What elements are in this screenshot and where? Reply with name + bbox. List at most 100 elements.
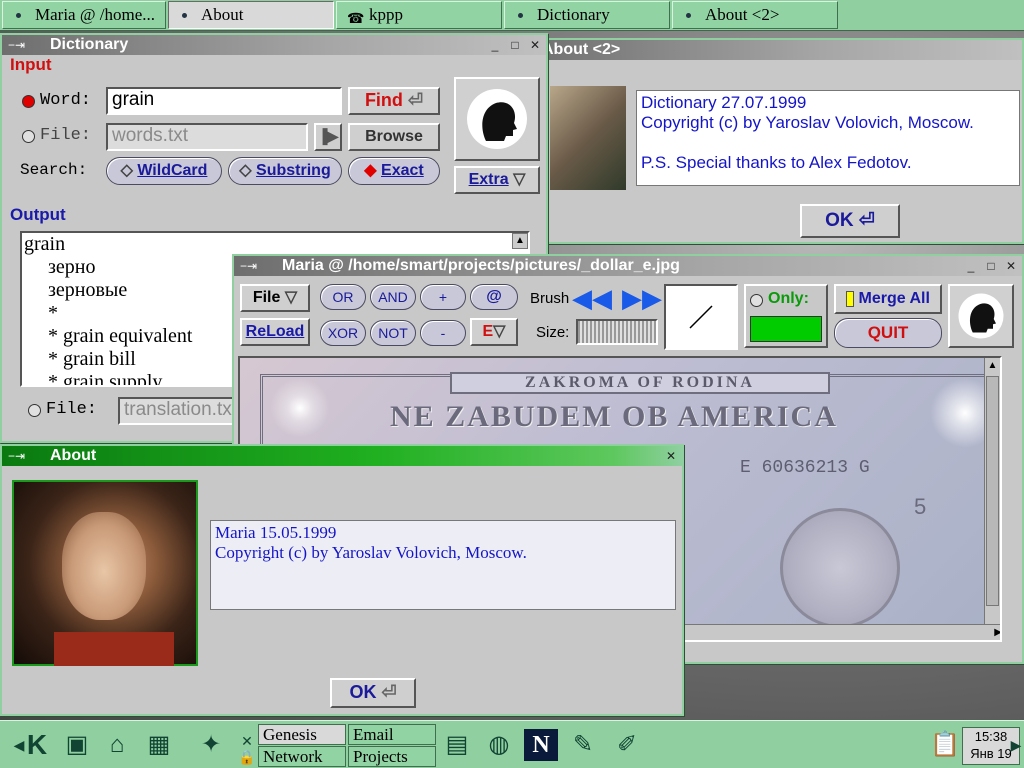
close-icon[interactable]: ✕ — [528, 38, 542, 52]
file-input[interactable]: words.txt — [106, 123, 308, 151]
scrollbar-thumb[interactable] — [986, 376, 999, 606]
lock-icon[interactable]: 🔒 — [236, 747, 258, 767]
find-button[interactable]: Find ⏎ — [348, 87, 440, 115]
home-icon[interactable]: ⌂ — [100, 729, 134, 761]
vertical-scrollbar[interactable]: ▲ — [984, 358, 1000, 628]
find-label: Find — [364, 90, 403, 110]
chevron-down-icon: ▽ — [513, 171, 526, 188]
enter-icon: ⏎ — [407, 90, 424, 110]
ok-label: OK — [825, 210, 854, 231]
task-dot-icon — [182, 13, 187, 18]
netscape-icon[interactable]: N — [524, 729, 558, 761]
desktop-network[interactable]: Network — [258, 746, 346, 767]
brush-line-icon — [689, 305, 713, 329]
quit-button[interactable]: QUIT — [834, 318, 942, 348]
reload-button[interactable]: ReLoad — [240, 318, 310, 346]
task-about-2[interactable]: About <2> — [672, 1, 838, 29]
substring-option[interactable]: ◇ Substring — [228, 157, 342, 185]
head-silhouette-icon — [454, 77, 540, 161]
scroll-right-icon[interactable]: ▶ — [1008, 729, 1024, 761]
wildcard-label: WildCard — [137, 162, 208, 179]
maximize-icon[interactable]: □ — [508, 38, 522, 52]
size-slider[interactable] — [576, 319, 658, 345]
xor-button[interactable]: XOR — [320, 320, 366, 346]
about-ok-button[interactable]: OK ⏎ — [330, 678, 416, 708]
pin-icon[interactable]: −⇥ — [8, 35, 25, 55]
graph-editor-icon[interactable]: ✎ — [566, 729, 600, 761]
network-globe-icon[interactable]: ◍ — [482, 729, 516, 761]
scroll-right-icon[interactable]: ▶ — [994, 625, 1000, 640]
top-taskbar: Maria @ /home... About ☎ kppp Dictionary… — [0, 0, 1024, 31]
pin-icon[interactable]: −⇥ — [240, 256, 257, 276]
window-controls: ✕ — [664, 446, 678, 466]
file-pick-button[interactable]: ▐▶ — [314, 123, 342, 151]
about-titlebar[interactable]: −⇥ About ✕ — [2, 446, 682, 466]
only-color-swatch[interactable] — [750, 316, 822, 342]
file-menu-button[interactable]: File ▽ — [240, 284, 310, 312]
file-radio[interactable] — [22, 130, 35, 143]
light-flare-left — [270, 378, 330, 438]
about2-ok-button[interactable]: OK ⏎ — [800, 204, 900, 238]
browse-button[interactable]: Browse — [348, 123, 440, 151]
or-button[interactable]: OR — [320, 284, 366, 310]
at-button[interactable]: @ — [470, 284, 518, 310]
input-header: Input — [10, 55, 52, 74]
task-dot-icon — [16, 13, 21, 18]
e-menu-button[interactable]: E▽ — [470, 318, 518, 346]
not-button[interactable]: NOT — [370, 320, 416, 346]
close-icon[interactable]: ✕ — [1004, 259, 1018, 273]
brush-next-icon[interactable]: ▶▶ — [622, 284, 662, 312]
out-file-radio[interactable] — [28, 404, 41, 417]
task-about[interactable]: About — [168, 1, 334, 29]
window-title: Dictionary — [50, 36, 129, 53]
calculator-icon[interactable]: ▦ — [142, 729, 176, 761]
merge-indicator-icon — [846, 290, 855, 307]
merge-label: Merge All — [858, 290, 930, 307]
maximize-icon[interactable]: □ — [984, 259, 998, 273]
window-controls: _ □ ✕ — [488, 35, 542, 55]
task-kppp[interactable]: ☎ kppp — [336, 1, 502, 29]
close-icon[interactable]: ✕ — [664, 449, 678, 463]
size-label: Size: — [536, 324, 570, 341]
window-list-icon[interactable]: ▣ — [60, 729, 94, 761]
about2-line: Copyright (c) by Yaroslav Volovich, Mosc… — [641, 113, 974, 132]
desktop-genesis[interactable]: Genesis — [258, 724, 346, 745]
word-radio[interactable] — [22, 95, 35, 108]
maria-titlebar[interactable]: −⇥ Maria @ /home/smart/projects/pictures… — [234, 256, 1022, 276]
wildcard-option[interactable]: ◇ WildCard — [106, 157, 222, 185]
task-maria[interactable]: Maria @ /home... — [2, 1, 166, 29]
output-header: Output — [10, 205, 66, 224]
scroll-up-icon[interactable]: ▲ — [512, 233, 528, 249]
minimize-icon[interactable]: _ — [964, 259, 978, 273]
desktop-email[interactable]: Email — [348, 724, 436, 745]
desktop-projects[interactable]: Projects — [348, 746, 436, 767]
task-label: kppp — [369, 5, 403, 24]
file-label: File: — [40, 126, 92, 145]
banknote-denomination: 5 — [914, 494, 927, 519]
and-button[interactable]: AND — [370, 284, 416, 310]
task-dictionary[interactable]: Dictionary — [504, 1, 670, 29]
exact-option[interactable]: ◆ Exact — [348, 157, 440, 185]
word-input[interactable]: grain — [106, 87, 342, 115]
out-file-label: File: — [46, 400, 98, 419]
package-icon[interactable]: ✦ — [194, 729, 228, 761]
output-line: grain — [24, 233, 66, 255]
merge-all-button[interactable]: Merge All — [834, 284, 942, 314]
only-radio[interactable] — [750, 294, 763, 307]
scroll-up-icon[interactable]: ▲ — [985, 358, 1000, 374]
pin-icon[interactable]: −⇥ — [8, 446, 25, 466]
minimize-icon[interactable]: _ — [488, 38, 502, 52]
brush-prev-icon[interactable]: ◀◀ — [572, 284, 612, 312]
extra-button[interactable]: Extra ▽ — [454, 166, 540, 194]
dictionary-titlebar[interactable]: −⇥ Dictionary _ □ ✕ — [2, 35, 546, 55]
about-line: Copyright (c) by Yaroslav Volovich, Mosc… — [215, 543, 527, 562]
minus-button[interactable]: - — [420, 320, 466, 346]
about2-titlebar[interactable]: About <2> — [522, 40, 1022, 60]
plus-button[interactable]: + — [420, 284, 466, 310]
chevron-down-icon: ▽ — [493, 323, 506, 340]
clipboard-icon[interactable]: 📋 — [928, 729, 962, 761]
terminal-icon[interactable]: ▤ — [440, 729, 474, 761]
pen-tool-icon[interactable]: ✐ — [610, 729, 644, 761]
k-menu-icon[interactable]: K — [20, 729, 54, 761]
chevron-down-icon: ▽ — [284, 289, 298, 306]
